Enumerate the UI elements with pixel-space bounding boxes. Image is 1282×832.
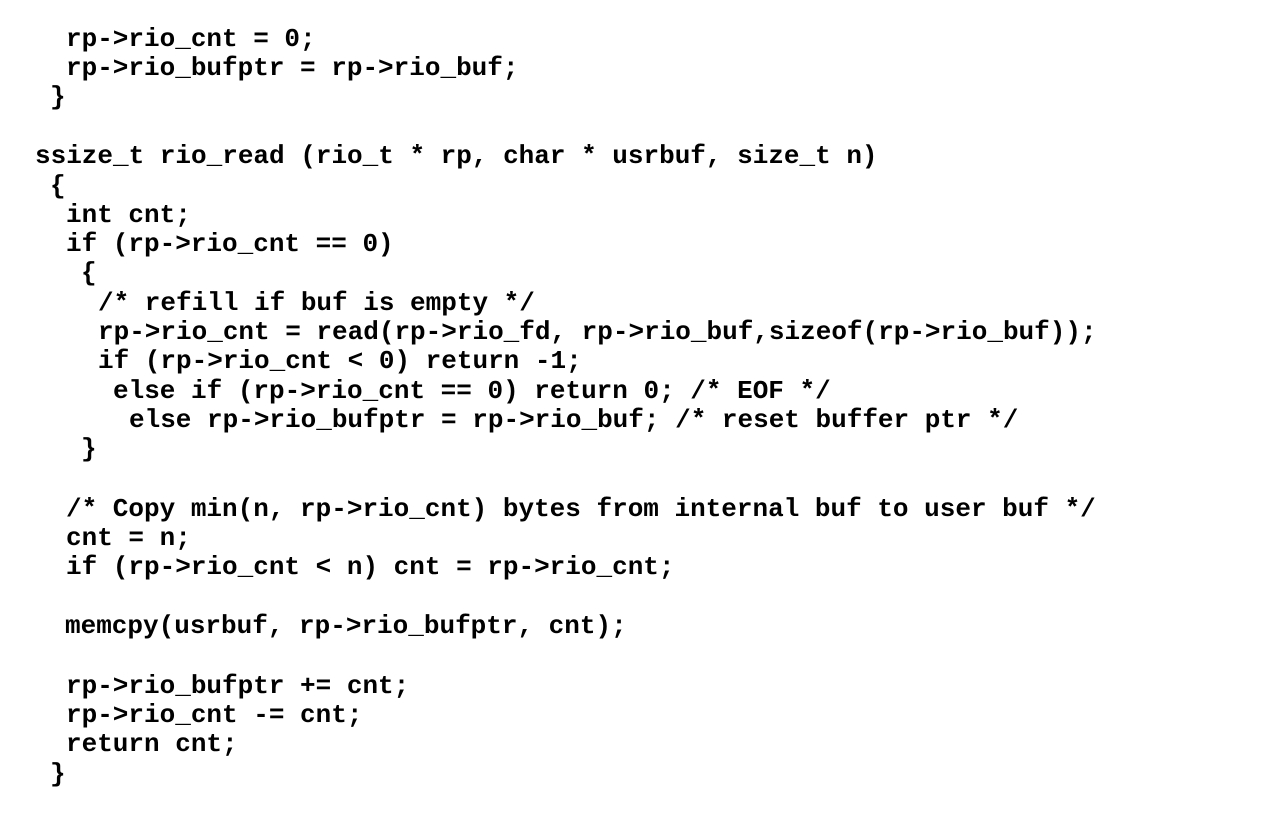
code-line: { [50,171,66,201]
code-line: memcpy(usrbuf, rp->rio_bufptr, cnt); [65,611,627,641]
code-line: cnt = n; [66,523,191,553]
code-line: rp->rio_bufptr = rp->rio_buf; [66,53,519,83]
code-line: return cnt; [66,729,238,759]
code-line: } [50,759,66,789]
code-line: { [81,258,97,288]
code-comment: /* refill if buf is empty */ [98,288,535,318]
code-line: } [81,434,97,464]
function-signature: ssize_t rio_read (rio_t * rp, char * usr… [35,141,878,171]
code-line: rp->rio_cnt -= cnt; [66,700,363,730]
code-comment: /* Copy min(n, rp->rio_cnt) bytes from i… [66,494,1096,524]
code-line: if (rp->rio_cnt == 0) [66,229,394,259]
code-line: int cnt; [66,200,191,230]
code-line: rp->rio_bufptr += cnt; [66,671,410,701]
code-line: if (rp->rio_cnt < 0) return -1; [98,346,582,376]
code-line: } [50,82,66,112]
code-line: else if (rp->rio_cnt == 0) return 0; /* … [113,376,831,406]
code-line: rp->rio_cnt = 0; [66,24,316,54]
code-line: else rp->rio_bufptr = rp->rio_buf; /* re… [129,405,1019,435]
code-line: if (rp->rio_cnt < n) cnt = rp->rio_cnt; [66,552,675,582]
code-line: rp->rio_cnt = read(rp->rio_fd, rp->rio_b… [98,317,1097,347]
